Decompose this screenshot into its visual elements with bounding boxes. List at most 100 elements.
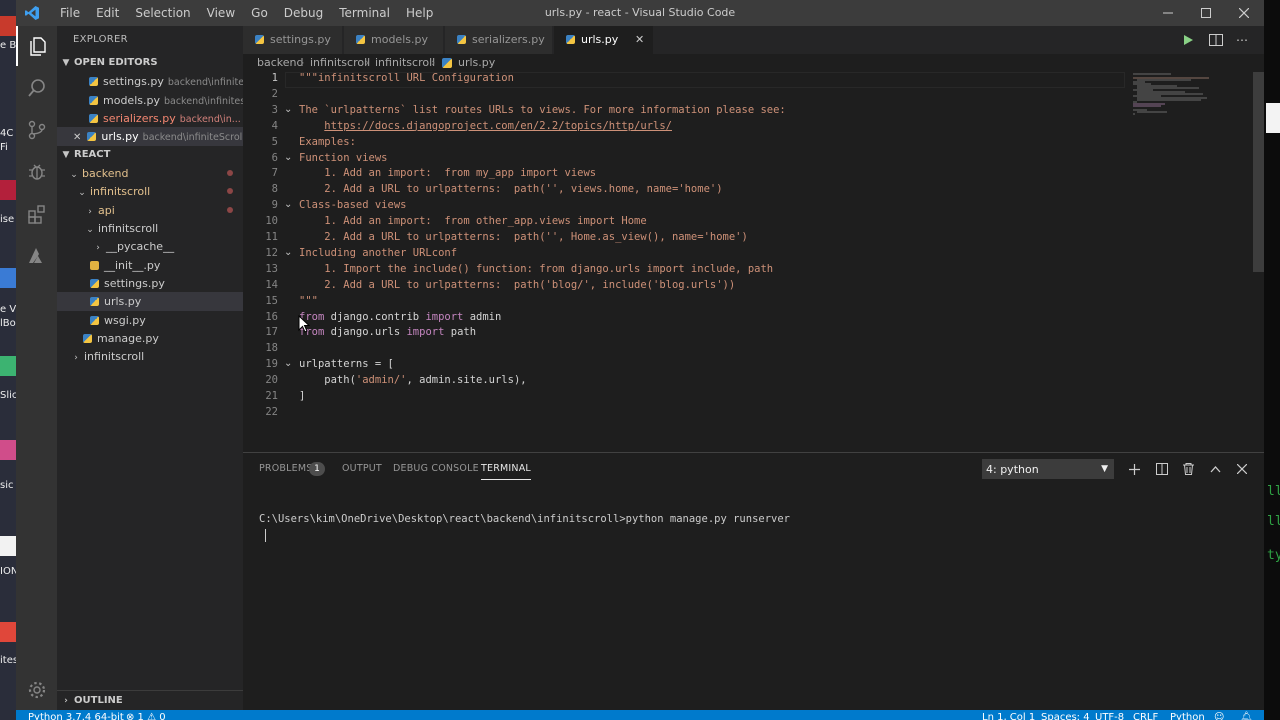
minimize-button[interactable] — [1150, 0, 1186, 26]
desktop-icon[interactable] — [0, 440, 16, 460]
new-terminal-button[interactable] — [1125, 460, 1143, 478]
close-panel-button[interactable] — [1233, 460, 1251, 478]
code-line[interactable]: path('admin/', admin.site.urls), — [299, 374, 526, 386]
docs-link[interactable]: https://docs.djangoproject.com/en/2.2/to… — [324, 120, 672, 132]
cursor-position-status[interactable]: Ln 1, Col 1 — [982, 711, 1035, 720]
breadcrumb-item[interactable]: infinitscroll — [375, 54, 435, 72]
tree-file-init[interactable]: __init__.py — [57, 256, 243, 275]
tab-problems[interactable]: PROBLEMS — [259, 463, 312, 474]
code-line[interactable]: ] — [299, 390, 305, 402]
tab-debug-console[interactable]: DEBUG CONSOLE — [393, 463, 479, 474]
menu-view[interactable]: View — [199, 0, 243, 26]
menu-debug[interactable]: Debug — [276, 0, 331, 26]
open-editor-urls[interactable]: ✕ urls.pybackend\infiniteScroll\i... — [57, 127, 243, 146]
code-line[interactable]: Class-based views — [299, 199, 406, 211]
code-editor[interactable]: 1 """infinitscroll URL Configuration 2 3 ⌄ Th… — [243, 72, 1264, 452]
minimap[interactable] — [1131, 72, 1251, 132]
open-editors-header[interactable]: ▼ OPEN EDITORS — [57, 54, 243, 72]
fold-chevron-icon[interactable]: ⌄ — [284, 247, 292, 258]
desktop-icon[interactable] — [0, 536, 16, 556]
search-activity-button[interactable] — [16, 68, 57, 108]
maximize-button[interactable] — [1188, 0, 1224, 26]
tree-folder-infinitscroll-inner[interactable]: ⌄ infinitscroll — [57, 219, 243, 238]
indentation-status[interactable]: Spaces: 4 — [1041, 711, 1090, 720]
breadcrumb-item[interactable]: urls.py — [458, 54, 495, 72]
problems-status[interactable]: ⊗ 1 ⚠ 0 — [126, 711, 166, 720]
open-editor-serializers[interactable]: serializers.pybackend\in...1 — [57, 109, 243, 128]
manage-activity-button[interactable] — [16, 670, 57, 710]
terminal-scrollbar[interactable] — [1253, 483, 1264, 711]
kill-terminal-button[interactable] — [1179, 460, 1197, 478]
code-line[interactable]: 2. Add a URL to urlpatterns: path('blog/… — [299, 279, 735, 291]
explorer-activity-button[interactable] — [16, 26, 57, 66]
tree-file-manage[interactable]: manage.py — [57, 329, 243, 348]
tree-folder-backend[interactable]: ⌄ backend — [57, 164, 243, 183]
tree-folder-infinitscroll[interactable]: ⌄ infinitscroll — [57, 182, 243, 201]
fold-chevron-icon[interactable]: ⌄ — [284, 104, 292, 115]
close-tab-icon[interactable]: ✕ — [635, 26, 644, 54]
desktop-icon[interactable] — [0, 180, 16, 200]
code-line[interactable]: """infinitscroll URL Configuration — [299, 72, 514, 84]
python-interpreter-status[interactable]: Python 3.7.4 64-bit — [28, 711, 124, 720]
workspace-header[interactable]: ▼ REACT — [57, 146, 243, 164]
split-editor-button[interactable] — [1207, 31, 1225, 49]
breadcrumb-item[interactable]: backend — [257, 54, 303, 72]
menu-file[interactable]: File — [52, 0, 88, 26]
encoding-status[interactable]: UTF-8 — [1095, 711, 1124, 720]
tree-folder-api[interactable]: › api — [57, 201, 243, 220]
code-line[interactable]: urlpatterns = [ — [299, 358, 394, 370]
tree-folder-infinitscroll-root[interactable]: › infinitscroll — [57, 347, 243, 366]
menu-edit[interactable]: Edit — [88, 0, 127, 26]
tree-file-wsgi[interactable]: wsgi.py — [57, 311, 243, 330]
code-line[interactable]: 1. Add an import: from my_app import vie… — [299, 167, 596, 179]
code-line[interactable]: 1. Import the include() function: from d… — [299, 263, 773, 275]
tab-serializers[interactable]: serializers.py — [445, 26, 553, 54]
outline-header[interactable]: › OUTLINE — [57, 690, 243, 710]
menu-go[interactable]: Go — [243, 0, 276, 26]
fold-chevron-icon[interactable]: ⌄ — [284, 199, 292, 210]
code-line[interactable]: 1. Add an import: from other_app.views i… — [299, 215, 646, 227]
code-line[interactable]: 2. Add a URL to urlpatterns: path('', vi… — [299, 183, 722, 195]
code-line[interactable]: Including another URLconf — [299, 247, 457, 259]
maximize-panel-button[interactable] — [1206, 460, 1224, 478]
menu-help[interactable]: Help — [398, 0, 441, 26]
more-actions-icon[interactable]: ⋯ — [1233, 31, 1251, 49]
desktop-icon[interactable] — [0, 16, 16, 36]
feedback-icon[interactable]: ☺ — [1214, 711, 1224, 720]
code-line[interactable]: https://docs.djangoproject.com/en/2.2/to… — [299, 120, 672, 132]
code-line[interactable]: Examples: — [299, 136, 356, 148]
desktop-icon[interactable] — [0, 356, 16, 376]
menu-selection[interactable]: Selection — [127, 0, 198, 26]
menu-terminal[interactable]: Terminal — [331, 0, 398, 26]
terminal-select[interactable]: 4: python ▼ — [982, 459, 1114, 479]
tree-folder-pycache[interactable]: › __pycache__ — [57, 237, 243, 256]
editor-scrollbar[interactable] — [1253, 72, 1264, 272]
eol-status[interactable]: CRLF — [1133, 711, 1158, 720]
open-editor-models[interactable]: models.pybackend\infinitescr... — [57, 91, 243, 110]
debug-activity-button[interactable] — [16, 152, 57, 192]
azure-activity-button[interactable] — [16, 236, 57, 276]
breadcrumb-item[interactable]: infinitscroll — [310, 54, 370, 72]
language-status[interactable]: Python — [1170, 711, 1205, 720]
fold-chevron-icon[interactable]: ⌄ — [284, 358, 292, 369]
tab-terminal[interactable]: TERMINAL — [481, 463, 531, 480]
fold-chevron-icon[interactable]: ⌄ — [284, 152, 292, 163]
desktop-icon[interactable] — [0, 268, 16, 288]
run-button[interactable] — [1179, 31, 1197, 49]
tab-models[interactable]: models.py — [344, 26, 444, 54]
tab-output[interactable]: OUTPUT — [342, 463, 382, 474]
code-line[interactable]: """ — [299, 295, 318, 307]
tree-file-urls[interactable]: urls.py — [57, 292, 243, 311]
notifications-icon[interactable]: 🔔︎ — [1240, 711, 1253, 720]
code-line[interactable]: 2. Add a URL to urlpatterns: path('', Ho… — [299, 231, 748, 243]
desktop-icon[interactable] — [0, 622, 16, 642]
code-line[interactable]: Function views — [299, 152, 388, 164]
open-editor-settings[interactable]: settings.pybackend\infinitesc... — [57, 72, 243, 91]
source-control-activity-button[interactable] — [16, 110, 57, 150]
code-line[interactable]: from django.urls import path — [299, 326, 476, 338]
close-window-button[interactable] — [1226, 0, 1262, 26]
tree-file-settings[interactable]: settings.py — [57, 274, 243, 293]
tab-urls[interactable]: urls.py ✕ — [554, 26, 654, 54]
close-editor-icon[interactable]: ✕ — [73, 132, 81, 143]
code-line[interactable]: The `urlpatterns` list routes URLs to vi… — [299, 104, 786, 116]
